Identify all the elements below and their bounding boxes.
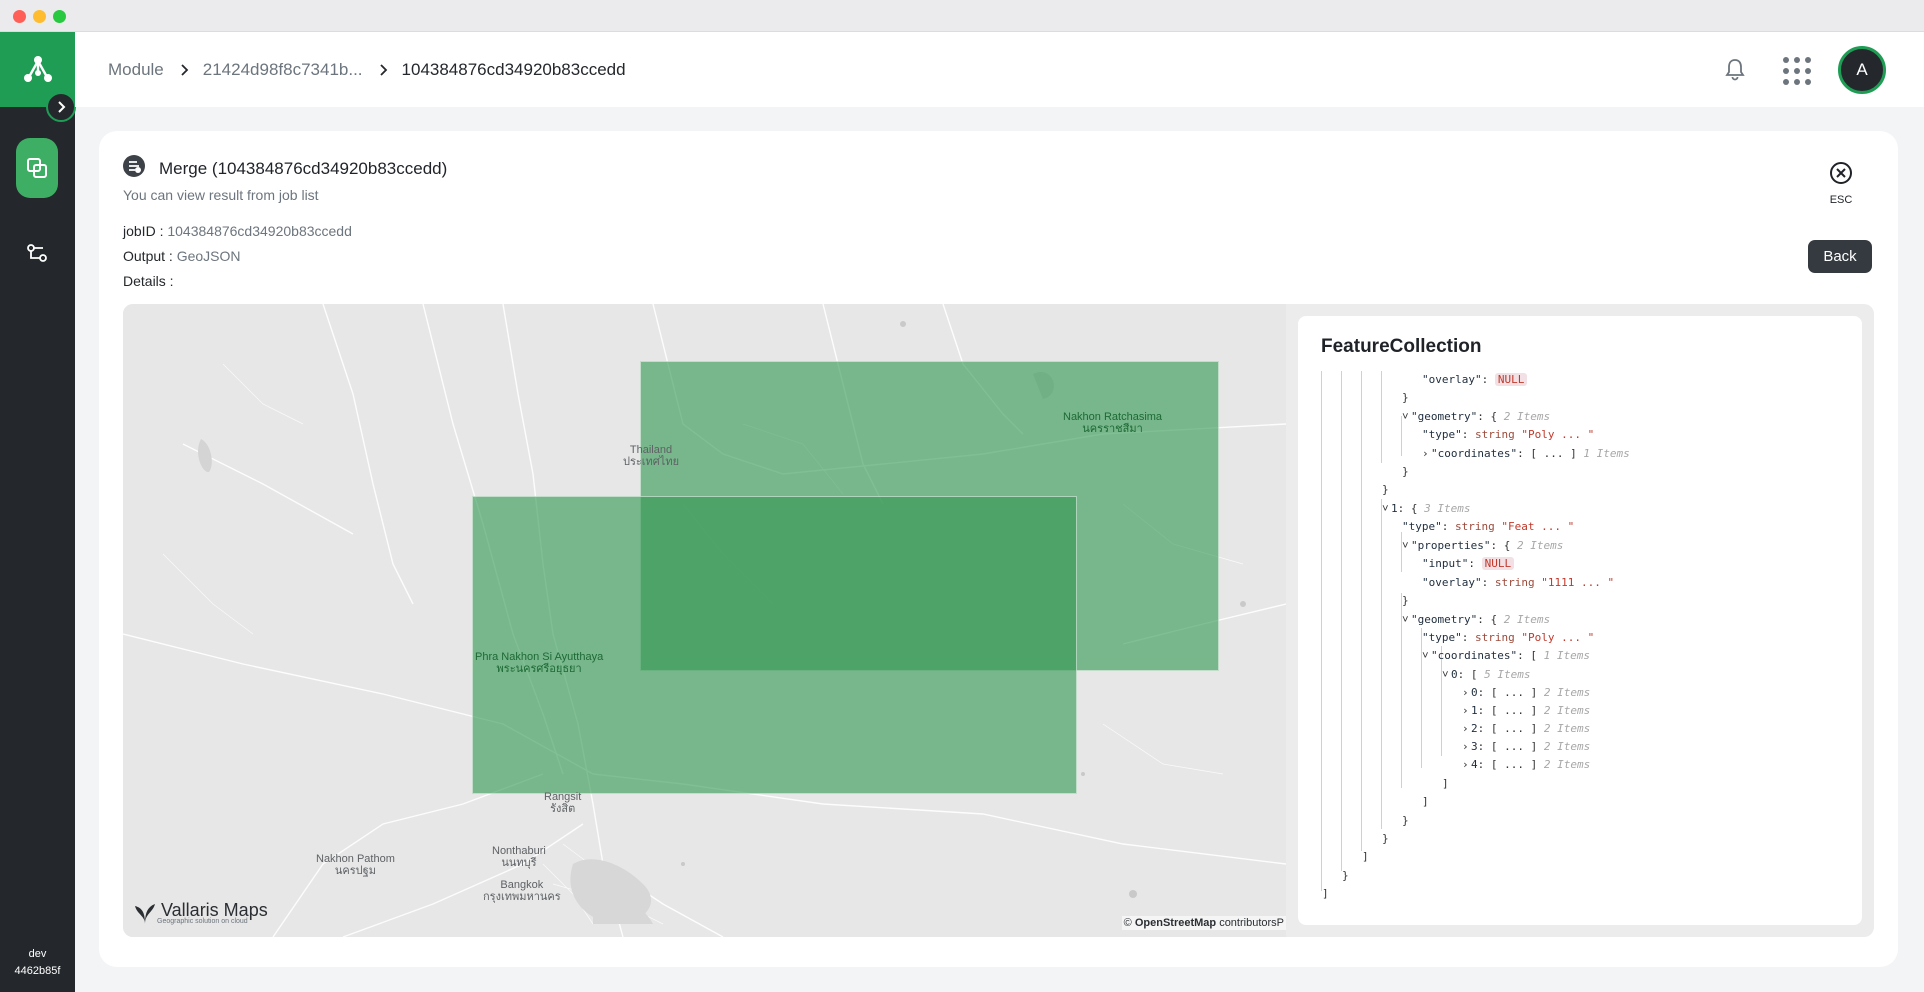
merge-result-polygon[interactable] — [472, 496, 1077, 794]
json-line: "overlay": string "1111 ... " — [1422, 576, 1615, 589]
chevron-right-icon — [379, 63, 388, 76]
map-logo-text: Vallaris Maps — [161, 900, 268, 920]
map-attribution: © OpenStreetMap contributorsP — [1121, 916, 1286, 930]
vallaris-leaf-icon — [135, 904, 155, 924]
window-minimize-button[interactable] — [33, 10, 46, 23]
workflow-icon — [27, 244, 47, 262]
json-line[interactable]: ˅ "geometry": { 2 Items — [1402, 408, 1550, 426]
top-header: Module 21424d98f8c7341b... 104384876cd34… — [75, 32, 1924, 107]
sidebar-item-data-layers[interactable] — [16, 138, 58, 198]
map-label-ayutthaya: Phra Nakhon Si Ayutthaya พระนครศรีอยุธยา — [475, 651, 604, 675]
sidebar-toggle-button[interactable] — [46, 92, 76, 122]
json-line: "type": string "Poly ... " — [1422, 428, 1595, 441]
window-titlebar — [0, 0, 1924, 32]
build-info: dev 4462b85f — [0, 946, 75, 980]
chevron-down-icon: ˅ — [1402, 613, 1409, 626]
close-circle-icon — [1830, 162, 1852, 184]
json-line: ] — [1422, 795, 1429, 808]
page-subtitle: You can view result from job list — [123, 187, 319, 203]
json-line: } — [1342, 869, 1349, 882]
details-row: Details : — [123, 273, 174, 289]
json-line: } — [1382, 832, 1389, 845]
json-coordinate-item[interactable]: › 0: [ ... ] 2 Items — [1462, 684, 1590, 702]
map-label-nakhon-ratchasima: Nakhon Ratchasima นครราชสีมา — [1063, 411, 1163, 435]
json-line: } — [1402, 594, 1409, 607]
avatar[interactable]: A — [1838, 46, 1886, 94]
sidebar: dev 4462b85f — [0, 32, 76, 992]
json-line[interactable]: › "coordinates": [ ... ] 1 Items — [1422, 445, 1630, 463]
json-viewer[interactable]: FeatureCollection "overlay": NULL } ˅ "g… — [1298, 316, 1862, 925]
json-viewer-container: FeatureCollection "overlay": NULL } ˅ "g… — [1286, 304, 1874, 937]
map-label-bangkok: Bangkok กรุงเทพมหานคร — [483, 879, 561, 903]
json-line: } — [1402, 391, 1409, 404]
map-view[interactable]: Thailand ประเทศไทย Nakhon Ratchasima นครรา… — [123, 304, 1286, 937]
chevron-right-icon: › — [1462, 704, 1469, 717]
chevron-right-icon: › — [1462, 722, 1469, 735]
json-line: "type": string "Poly ... " — [1422, 631, 1595, 644]
chevron-right-icon: › — [1462, 740, 1469, 753]
vallaris-maps-logo: Vallaris Maps Geographic solution on clo… — [133, 900, 268, 926]
json-coordinate-item[interactable]: › 1: [ ... ] 2 Items — [1462, 702, 1590, 720]
json-coordinate-item[interactable]: › 3: [ ... ] 2 Items — [1462, 738, 1590, 756]
json-line: } — [1402, 814, 1409, 827]
json-coordinate-item[interactable]: › 2: [ ... ] 2 Items — [1462, 720, 1590, 738]
details-label: Details : — [123, 273, 174, 289]
map-label-nonthaburi: Nonthaburi นนทบุรี — [492, 845, 546, 869]
chevron-down-icon: ˅ — [1382, 502, 1389, 515]
output-label: Output : — [123, 248, 173, 264]
map-label-thailand: Thailand ประเทศไทย — [623, 444, 680, 468]
json-line: } — [1402, 465, 1409, 478]
map-label-nakhon-pathom: Nakhon Pathom นครปฐม — [316, 853, 395, 877]
json-line: "input": NULL — [1422, 555, 1515, 573]
json-line: ] — [1442, 777, 1449, 790]
job-id-value: 104384876cd34920b83ccedd — [167, 223, 352, 239]
json-coordinate-item[interactable]: › 4: [ ... ] 2 Items — [1462, 756, 1590, 774]
json-line[interactable]: ˅ 0: [ 5 Items — [1442, 666, 1530, 684]
json-line[interactable]: ˅ "properties": { 2 Items — [1402, 537, 1563, 555]
osm-link[interactable]: OpenStreetMap — [1135, 917, 1216, 929]
esc-label: ESC — [1829, 194, 1853, 206]
job-result-card: Merge (104384876cd34920b83ccedd) You can… — [99, 131, 1898, 967]
page-title: Merge (104384876cd34920b83ccedd) — [159, 159, 448, 178]
breadcrumb: Module 21424d98f8c7341b... 104384876cd34… — [108, 32, 626, 107]
window-zoom-button[interactable] — [53, 10, 66, 23]
breadcrumb-current: 104384876cd34920b83ccedd — [401, 59, 626, 79]
chevron-down-icon: ˅ — [1402, 539, 1409, 552]
sidebar-item-process-flow[interactable] — [16, 232, 58, 274]
job-id-row: jobID : 104384876cd34920b83ccedd — [123, 223, 352, 239]
json-line: "type": string "Feat ... " — [1402, 520, 1575, 533]
merge-icon — [123, 155, 145, 177]
json-line: ] — [1362, 850, 1369, 863]
chevron-down-icon: ˅ — [1442, 668, 1449, 681]
breadcrumb-module[interactable]: Module — [108, 60, 164, 80]
json-line[interactable]: ˅ "coordinates": [ 1 Items — [1422, 647, 1590, 665]
esc-button[interactable]: ESC — [1817, 161, 1865, 206]
window-close-button[interactable] — [13, 10, 26, 23]
build-hash: 4462b85f — [14, 965, 61, 977]
breadcrumb-parent[interactable]: 21424d98f8c7341b... — [203, 60, 363, 80]
json-viewer-title: FeatureCollection — [1321, 336, 1482, 357]
chevron-down-icon: ˅ — [1402, 410, 1409, 423]
json-line[interactable]: ˅ "geometry": { 2 Items — [1402, 611, 1550, 629]
chevron-right-icon — [180, 63, 189, 76]
json-line: ] — [1322, 887, 1329, 900]
env-label: dev — [28, 948, 47, 960]
job-id-label: jobID : — [123, 223, 164, 239]
chevron-right-icon: › — [1462, 686, 1469, 699]
layers-icon — [27, 158, 47, 178]
bell-icon[interactable] — [1720, 54, 1750, 84]
map-label-rangsit: Rangsit รังสิต — [544, 791, 582, 815]
chevron-right-icon: › — [1422, 447, 1429, 460]
chevron-right-icon — [58, 101, 66, 113]
json-line: } — [1382, 483, 1389, 496]
json-line[interactable]: ˅ 1: { 3 Items — [1382, 500, 1470, 518]
json-line: "overlay": NULL — [1422, 371, 1528, 389]
json-tree[interactable]: "overlay": NULL } ˅ "geometry": { 2 Items… — [1318, 371, 1858, 916]
chevron-down-icon: ˅ — [1422, 649, 1429, 662]
chevron-right-icon: › — [1462, 758, 1469, 771]
apps-grid-icon[interactable] — [1780, 54, 1811, 85]
output-value: GeoJSON — [176, 248, 241, 264]
back-button[interactable]: Back — [1808, 240, 1872, 273]
output-row: Output : GeoJSON — [123, 248, 241, 264]
